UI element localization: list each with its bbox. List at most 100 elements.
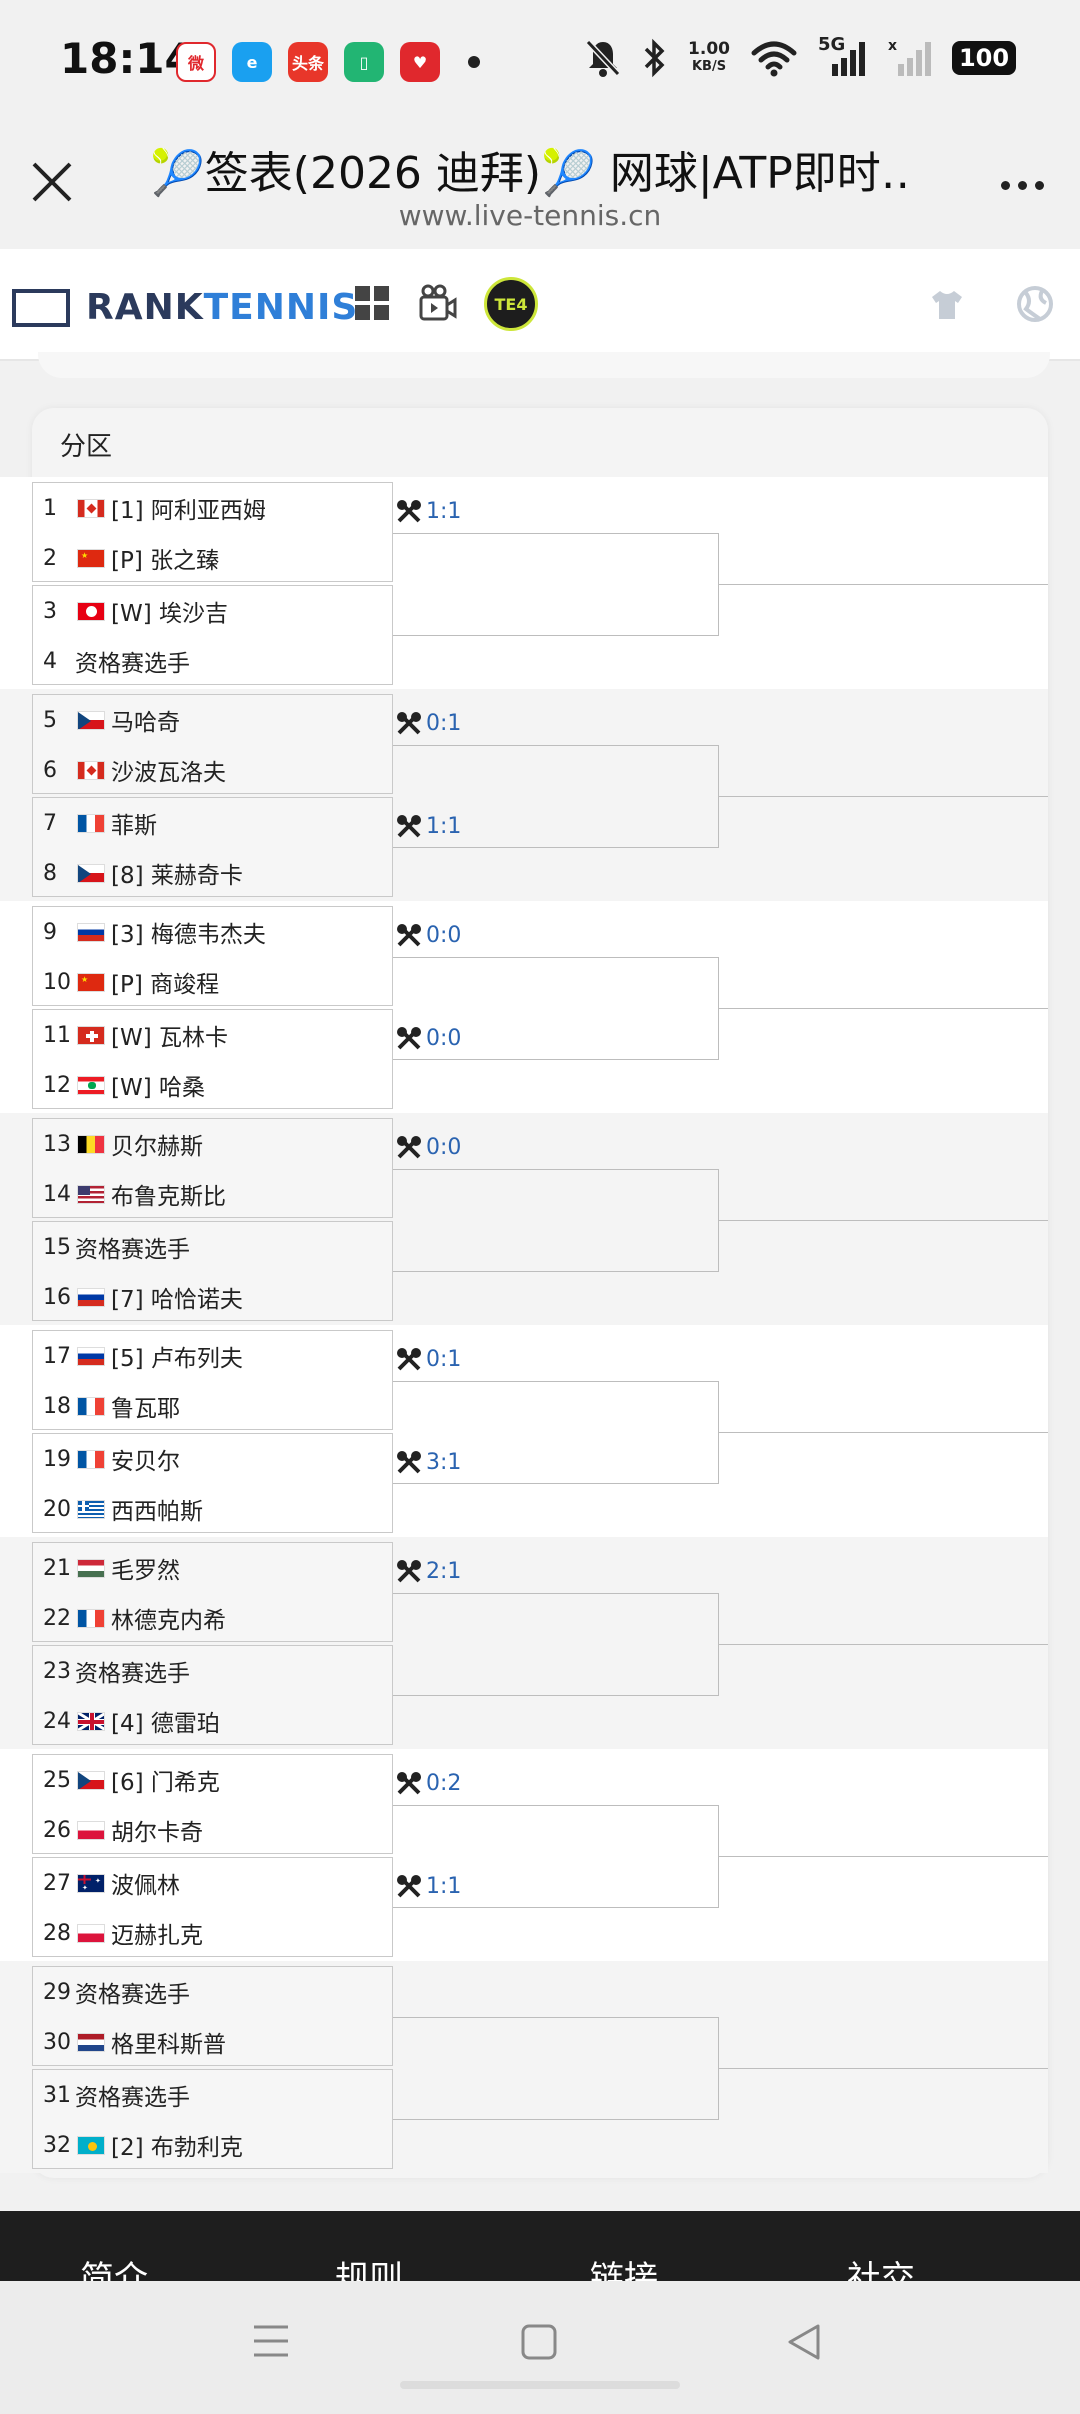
shirt-icon[interactable]	[930, 289, 964, 321]
bracket-next-round-line	[719, 1644, 1048, 1645]
match-box: 21 毛罗然 22 林德克内希	[32, 1542, 393, 1642]
h2h-crossed-rackets-icon	[397, 923, 421, 946]
player-name: [W] 哈桑	[111, 1075, 205, 1101]
h2h-link[interactable]: 0:1	[396, 711, 461, 736]
player-row[interactable]: 14 布鲁克斯比	[33, 1171, 226, 1217]
footer-link-links[interactable]: 链接	[590, 2251, 658, 2281]
flag-au-icon: ✦ ✦	[77, 1873, 105, 1893]
more-menu-icon[interactable]	[1001, 181, 1044, 190]
player-row[interactable]: 10 ★ [P] 商竣程	[33, 959, 219, 1005]
h2h-record: 1:1	[426, 1874, 462, 1899]
flag-ca-icon	[77, 498, 105, 518]
player-name: [4] 德雷珀	[111, 1711, 220, 1737]
player-name: [W] 瓦林卡	[111, 1025, 228, 1051]
page-title: 🎾签表(2026 迪拜)🎾 网球|ATP即时…	[150, 148, 910, 199]
player-row[interactable]: 27 ✦ ✦ 波佩林	[33, 1860, 180, 1906]
grid-menu-icon[interactable]	[354, 285, 390, 321]
menu-icon[interactable]	[252, 2323, 290, 2359]
draw-position: 7	[43, 810, 57, 836]
player-row[interactable]: 5 马哈奇	[33, 697, 180, 743]
draw-position: 29	[43, 1979, 71, 2005]
player-row[interactable]: 11 [W] 瓦林卡	[33, 1012, 228, 1058]
video-camera-icon[interactable]	[418, 283, 458, 323]
status-time: 18:14	[60, 34, 194, 83]
h2h-link[interactable]: 1:1	[396, 1874, 461, 1899]
h2h-crossed-rackets-icon	[397, 499, 421, 522]
player-row[interactable]: 26 胡尔卡奇	[33, 1807, 203, 1853]
player-row[interactable]: 13 贝尔赫斯	[33, 1121, 203, 1167]
h2h-link[interactable]: 0:1	[396, 1347, 461, 1372]
player-row[interactable]: 19 安贝尔	[33, 1436, 180, 1482]
h2h-link[interactable]: 1:1	[396, 814, 461, 839]
bracket-next-round-line	[719, 1008, 1048, 1009]
footer-link-social[interactable]: 社交	[847, 2251, 915, 2281]
logo-rank: RANK	[86, 287, 204, 328]
battery-app-icon: ▯	[344, 42, 384, 82]
player-name: 西西帕斯	[111, 1499, 203, 1525]
player-row[interactable]: 7 菲斯	[33, 800, 157, 846]
bracket-connector	[393, 1593, 719, 1696]
logo-mark-icon[interactable]	[12, 289, 70, 327]
player-row[interactable]: 22 林德克内希	[33, 1595, 226, 1641]
player-row[interactable]: 20 西西帕斯	[33, 1486, 203, 1532]
back-icon[interactable]	[786, 2323, 822, 2361]
logo-tennis: TENNIS	[203, 287, 359, 328]
site-footer: 简介 规则 链接 社交	[0, 2211, 1080, 2281]
footer-link-intro[interactable]: 简介	[80, 2251, 148, 2281]
flag-gb-icon	[77, 1711, 105, 1731]
match-box: 7 菲斯 8 [8] 莱赫奇卡	[32, 797, 393, 897]
player-row[interactable]: 25 [6] 门希克	[33, 1757, 220, 1803]
h2h-link[interactable]: 0:2	[396, 1771, 461, 1796]
bracket-connector	[393, 2017, 719, 2120]
player-row[interactable]: 24 [4] 德雷珀	[33, 1698, 220, 1744]
player-row[interactable]: 3 [W] 埃沙吉	[33, 588, 228, 634]
player-row[interactable]: 12 [W] 哈桑	[33, 1062, 205, 1108]
flag-nl-icon	[77, 2032, 105, 2052]
player-name: 胡尔卡奇	[111, 1820, 203, 1846]
heart-app-icon: ♥	[400, 42, 440, 82]
h2h-record: 0:1	[426, 711, 462, 736]
page-url[interactable]: www.live-tennis.cn	[150, 199, 910, 232]
player-row[interactable]: 21 毛罗然	[33, 1545, 180, 1591]
player-row[interactable]: 29 资格赛选手	[33, 1969, 190, 2015]
player-row[interactable]: 17 [5] 卢布列夫	[33, 1333, 243, 1379]
h2h-crossed-rackets-icon	[397, 1347, 421, 1370]
player-row[interactable]: 15 资格赛选手	[33, 1224, 190, 1270]
player-row[interactable]: 8 [8] 莱赫奇卡	[33, 850, 243, 896]
h2h-link[interactable]: 2:1	[396, 1559, 461, 1584]
player-name: 林德克内希	[111, 1608, 226, 1634]
h2h-link[interactable]: 0:0	[396, 1135, 461, 1160]
player-row[interactable]: 4 资格赛选手	[33, 638, 190, 684]
player-row[interactable]: 30 格里科斯普	[33, 2019, 226, 2065]
player-row[interactable]: 9 [3] 梅德韦杰夫	[33, 909, 266, 955]
h2h-crossed-rackets-icon	[397, 1559, 421, 1582]
player-row[interactable]: 6 沙波瓦洛夫	[33, 747, 226, 793]
draw-position: 22	[43, 1605, 71, 1631]
h2h-link[interactable]: 1:1	[396, 499, 461, 524]
player-row[interactable]: 28 迈赫扎克	[33, 1910, 203, 1956]
site-logo[interactable]: RANKTENNIS	[86, 287, 358, 328]
match-box: 17 [5] 卢布列夫 18 鲁瓦耶	[32, 1330, 393, 1430]
draw-position: 2	[43, 545, 57, 571]
globe-icon[interactable]	[1016, 285, 1054, 323]
player-row[interactable]: 31 资格赛选手	[33, 2072, 190, 2118]
footer-link-rules[interactable]: 规则	[335, 2251, 403, 2281]
draw-position: 13	[43, 1131, 71, 1157]
system-nav-bar	[0, 2281, 1080, 2414]
player-row[interactable]: 2 ★ [P] 张之臻	[33, 535, 219, 581]
h2h-link[interactable]: 0:0	[396, 923, 461, 948]
player-row[interactable]: 18 鲁瓦耶	[33, 1383, 180, 1429]
close-icon[interactable]	[30, 160, 74, 204]
te4-badge[interactable]: TE4	[484, 277, 538, 331]
player-name: 菲斯	[111, 813, 157, 839]
previous-card-edge	[38, 352, 1050, 378]
home-icon[interactable]	[520, 2323, 558, 2361]
h2h-link[interactable]: 3:1	[396, 1450, 461, 1475]
h2h-crossed-rackets-icon	[397, 1771, 421, 1794]
player-row[interactable]: 1 [1] 阿利亚西姆	[33, 485, 266, 531]
player-row[interactable]: 32 [2] 布勃利克	[33, 2122, 243, 2168]
player-row[interactable]: 16 [7] 哈恰诺夫	[33, 1274, 243, 1320]
player-row[interactable]: 23 资格赛选手	[33, 1648, 190, 1694]
h2h-link[interactable]: 0:0	[396, 1026, 461, 1051]
browser-toolbar: 🎾签表(2026 迪拜)🎾 网球|ATP即时… www.live-tennis.…	[0, 125, 1080, 249]
